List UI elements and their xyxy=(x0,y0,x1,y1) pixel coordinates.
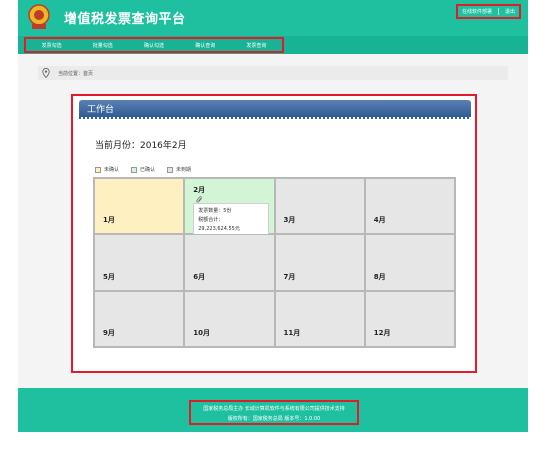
month-label: 4月 xyxy=(373,216,386,225)
month-label: 7月 xyxy=(283,272,296,281)
legend-swatch xyxy=(95,166,101,173)
month-label: 5月 xyxy=(103,272,115,281)
month-cell-dec[interactable]: 12月 xyxy=(364,290,455,347)
month-label: 10月 xyxy=(193,328,210,337)
panel-title: 工作台 xyxy=(87,105,115,115)
month-cell-jan[interactable]: 1月 xyxy=(94,178,185,235)
footer: 国家税务总局主办 长城计算机软件与系统有限公司提供技术支持 版权所有：国家税务总… xyxy=(18,388,528,432)
page: 增值税发票查询平台 在线软件部署 退出 发票勾选 批量勾选 确认勾选 确认查询 … xyxy=(0,0,547,452)
tax-total-label: 税额合计： xyxy=(198,217,224,223)
breadcrumb: 当前位置：首页 xyxy=(38,66,508,80)
nav-item-confirm-select[interactable]: 确认勾选 xyxy=(128,42,179,49)
nav-item-invoice-select[interactable]: 发票勾选 xyxy=(26,42,77,49)
current-month: 当前月份：2016年2月 xyxy=(95,141,187,151)
legend-item-not-due: 未到期 xyxy=(167,166,191,173)
link-divider xyxy=(497,8,499,15)
legend-label: 未到期 xyxy=(176,167,192,173)
footer-sponsor: 国家税务总局主办 长城计算机软件与系统有限公司提供技术支持 xyxy=(203,406,345,412)
footer-copyright: 版权所有：国家税务总局 版本号：1.0.00 xyxy=(227,416,321,422)
legend-swatch xyxy=(131,166,138,173)
tax-emblem-icon xyxy=(28,4,50,29)
month-cell-sep[interactable]: 9月 xyxy=(94,290,185,347)
legend-label: 未确认 xyxy=(104,167,120,173)
month-label: 11月 xyxy=(283,328,301,337)
header: 增值税发票查询平台 在线软件部署 退出 xyxy=(18,0,528,36)
month-label: 6月 xyxy=(193,272,206,281)
month-cell-oct[interactable]: 10月 xyxy=(184,290,275,347)
legend-item-confirmed: 已确认 xyxy=(131,166,155,173)
month-label: 12月 xyxy=(373,328,391,337)
month-cell-aug[interactable]: 8月 xyxy=(364,234,455,291)
month-label: 1月 xyxy=(103,216,115,225)
legend-item-unconfirmed: 未确认 xyxy=(95,166,119,173)
month-calendar: 1月 2月 发票数量：5份 税额合计： 29,223,624.55元 3月 4月 xyxy=(93,177,456,348)
panel-title-bar: 工作台 xyxy=(79,100,471,119)
nav-item-invoice-query[interactable]: 发票查询 xyxy=(231,42,282,49)
month-cell-feb[interactable]: 2月 发票数量：5份 税额合计： 29,223,624.55元 xyxy=(184,178,275,235)
nav-item-batch-select[interactable]: 批量勾选 xyxy=(77,42,128,49)
location-pin-icon xyxy=(42,68,50,78)
month-cell-jul[interactable]: 7月 xyxy=(274,234,365,291)
nav-item-confirm-query[interactable]: 确认查询 xyxy=(180,42,231,49)
month-label: 8月 xyxy=(373,272,386,281)
logout-link[interactable]: 退出 xyxy=(505,8,515,15)
month-label: 2月 xyxy=(193,186,206,194)
tax-amount: 29,223,624.55元 xyxy=(198,226,240,232)
workbench-panel: 工作台 当前月份：2016年2月 未确认 已确认 未到期 1月 2月 发票数量：… xyxy=(71,94,477,373)
month-label: 3月 xyxy=(283,216,296,225)
breadcrumb-text: 当前位置：首页 xyxy=(58,70,94,77)
month-cell-may[interactable]: 5月 xyxy=(94,234,185,291)
online-deploy-link[interactable]: 在线软件部署 xyxy=(462,8,492,15)
legend-label: 已确认 xyxy=(140,167,156,173)
month-cell-jun[interactable]: 6月 xyxy=(184,234,275,291)
main-nav: 发票勾选 批量勾选 确认勾选 确认查询 发票查询 xyxy=(18,36,528,54)
month-cell-mar[interactable]: 3月 xyxy=(274,178,365,235)
month-label: 9月 xyxy=(103,328,115,337)
legend-swatch xyxy=(167,166,174,173)
invoice-summary: 发票数量：5份 税额合计： 29,223,624.55元 xyxy=(193,203,270,235)
month-cell-nov[interactable]: 11月 xyxy=(274,290,365,347)
invoice-count: 发票数量：5份 xyxy=(198,208,232,214)
month-cell-apr[interactable]: 4月 xyxy=(364,178,455,235)
nav-menu: 发票勾选 批量勾选 确认勾选 确认查询 发票查询 xyxy=(24,37,284,53)
app-title: 增值税发票查询平台 xyxy=(64,12,186,27)
header-links: 在线软件部署 退出 xyxy=(455,4,521,19)
footer-info: 国家税务总局主办 长城计算机软件与系统有限公司提供技术支持 版权所有：国家税务总… xyxy=(189,400,359,425)
legend: 未确认 已确认 未到期 xyxy=(95,166,191,173)
